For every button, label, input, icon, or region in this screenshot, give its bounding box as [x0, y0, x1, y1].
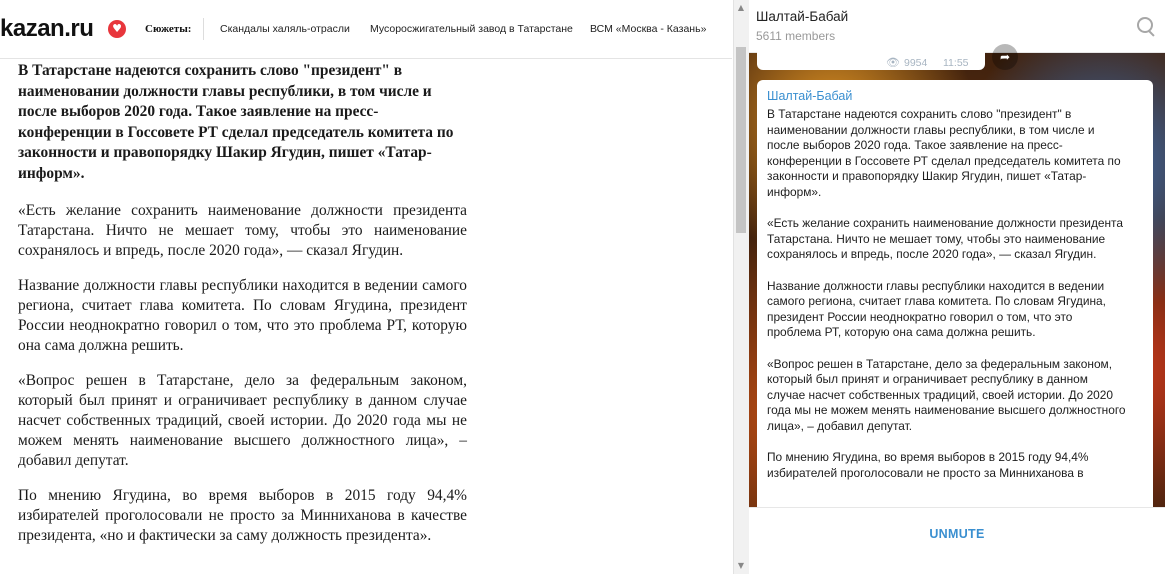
message-paragraph: «Вопрос решен в Татарстане, дело за феде… [767, 356, 1126, 433]
share-icon[interactable]: ➦ [992, 44, 1018, 70]
unmute-button[interactable]: UNMUTE [749, 527, 1165, 541]
article-paragraph: «Вопрос решен в Татарстане, дело за феде… [18, 371, 467, 469]
article-paragraph: Название должности главы республики нахо… [18, 276, 467, 354]
article-body: В Татарстане надеются сохранить слово "п… [18, 61, 467, 561]
message-text: В Татарстане надеются сохранить слово "п… [767, 107, 1127, 497]
channel-members-count: 5611 members [756, 29, 836, 43]
header-divider [203, 18, 204, 40]
heart-icon: ♥ [108, 20, 126, 38]
message-paragraph: В Татарстане надеются сохранить слово "п… [767, 107, 1121, 199]
message-bubble[interactable]: Шалтай-Бабай В Татарстане надеются сохра… [757, 80, 1153, 508]
message-paragraph: «Есть желание сохранить наименование дол… [767, 216, 1123, 262]
article-lead: В Татарстане надеются сохранить слово "п… [18, 62, 454, 182]
topics-label: Сюжеты: [145, 23, 192, 35]
telegram-panel: Шалтай-Бабай 5611 members 👁 9954 11:55 ➦… [749, 0, 1165, 574]
site-header: kazan.ru ♥ Сюжеты: Скандалы халяль-отрас… [0, 0, 732, 59]
scroll-up-arrow-icon[interactable]: ▲ [735, 2, 747, 14]
message-paragraph: По мнению Ягудина, во время выборов в 20… [767, 450, 1089, 480]
topic-link-incinerator[interactable]: Мусоросжигательный завод в Татарстане [370, 23, 573, 35]
article-paragraph: По мнению Ягудина, во время выборов в 20… [18, 486, 467, 544]
news-site: kazan.ru ♥ Сюжеты: Скандалы халяль-отрас… [0, 0, 732, 574]
message-author[interactable]: Шалтай-Бабай [767, 89, 852, 103]
message-views: 9954 [904, 57, 928, 69]
page-scrollbar-thumb[interactable] [736, 47, 746, 233]
article-paragraph: «Есть желание сохранить наименование дол… [18, 201, 467, 259]
topic-link-highspeed-rail[interactable]: ВСМ «Москва - Казань» [590, 23, 706, 35]
channel-footer: UNMUTE [749, 507, 1165, 574]
search-icon-handle [1148, 30, 1155, 37]
message-time: 11:55 [943, 57, 969, 69]
site-logo[interactable]: kazan.ru [0, 15, 94, 43]
topic-link-halal[interactable]: Скандалы халяль-отрасли [220, 23, 350, 35]
message-paragraph: Название должности главы республики нахо… [767, 278, 1106, 340]
channel-header[interactable]: Шалтай-Бабай 5611 members [749, 0, 1165, 53]
scroll-down-arrow-icon[interactable]: ▼ [735, 560, 747, 572]
eye-icon: 👁 [886, 56, 900, 69]
channel-title[interactable]: Шалтай-Бабай [756, 9, 848, 24]
